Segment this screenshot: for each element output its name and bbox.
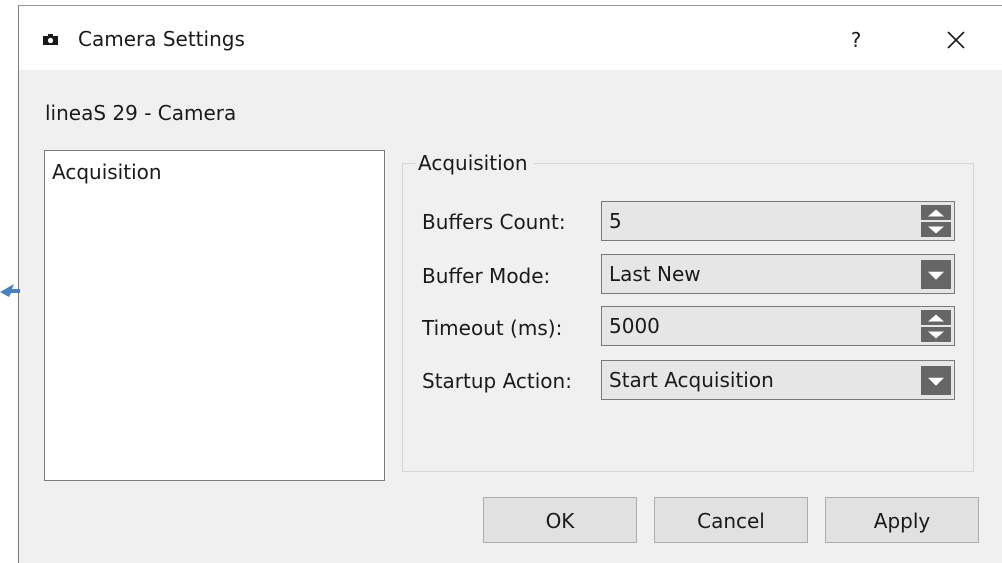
buffer-mode-label: Buffer Mode: xyxy=(422,264,551,288)
buffers-count-label: Buffers Count: xyxy=(422,210,566,234)
apply-button[interactable]: Apply xyxy=(825,497,979,543)
buffers-count-value[interactable]: 5 xyxy=(609,208,622,234)
tree-item-acquisition[interactable]: Acquisition xyxy=(52,159,162,185)
timeout-spinbox[interactable]: 5000 xyxy=(601,306,955,346)
acquisition-group-title: Acquisition xyxy=(416,150,534,176)
chevron-down-icon[interactable] xyxy=(921,366,951,395)
window-title: Camera Settings xyxy=(78,27,245,51)
buffers-count-spinbox[interactable]: 5 xyxy=(601,201,955,241)
title-bar[interactable]: Camera Settings ? xyxy=(19,6,1002,70)
startup-action-label: Startup Action: xyxy=(422,369,572,393)
close-icon xyxy=(947,31,965,49)
cursor-arrow-icon xyxy=(0,284,20,297)
startup-action-dropdown[interactable]: Start Acquisition xyxy=(601,360,955,400)
device-label: lineaS 29 - Camera xyxy=(45,101,237,125)
dialog-body: lineaS 29 - Camera Acquisition Acquisiti… xyxy=(19,70,1002,563)
buffers-count-spin-buttons xyxy=(921,205,951,237)
cancel-button[interactable]: Cancel xyxy=(654,497,808,543)
ok-button[interactable]: OK xyxy=(483,497,637,543)
close-button[interactable] xyxy=(931,20,981,60)
spin-up-icon[interactable] xyxy=(921,310,951,325)
spin-up-icon[interactable] xyxy=(921,205,951,220)
buffer-mode-dropdown[interactable]: Last New xyxy=(601,254,955,294)
camera-icon xyxy=(43,34,58,45)
startup-action-value: Start Acquisition xyxy=(609,368,774,392)
spin-down-icon[interactable] xyxy=(921,327,951,342)
buffer-mode-value: Last New xyxy=(609,262,701,286)
settings-tree[interactable]: Acquisition xyxy=(44,150,385,481)
timeout-label: Timeout (ms): xyxy=(422,316,563,340)
help-button[interactable]: ? xyxy=(831,20,881,60)
timeout-spin-buttons xyxy=(921,310,951,342)
chevron-down-icon[interactable] xyxy=(921,260,951,289)
timeout-value[interactable]: 5000 xyxy=(609,313,660,339)
spin-down-icon[interactable] xyxy=(921,222,951,237)
